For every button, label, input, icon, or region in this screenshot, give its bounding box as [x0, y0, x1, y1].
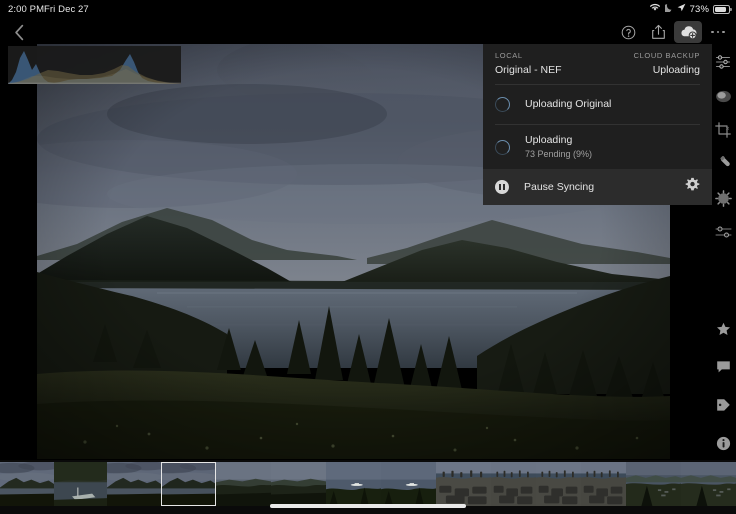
local-value: Original - NEF: [495, 64, 562, 76]
filmstrip-thumbnail[interactable]: [681, 462, 736, 506]
selective-mask-icon: [715, 90, 731, 102]
filmstrip-thumbnail[interactable]: [581, 462, 626, 506]
star-rating-icon: [716, 322, 730, 335]
rail-bottom-group: [712, 319, 734, 453]
status-date: Fri Dec 27: [44, 4, 89, 15]
sidebar-item-presets[interactable]: [712, 222, 734, 242]
home-indicator: [270, 504, 466, 508]
filmstrip-thumbnail[interactable]: [536, 462, 581, 506]
pause-syncing-row[interactable]: Pause Syncing: [483, 169, 712, 205]
cloud-backup-label: CLOUD BACKUP: [633, 51, 700, 60]
uploading-original-title: Uploading Original: [525, 98, 612, 110]
info-circle-icon: [716, 436, 730, 450]
histogram-overlay[interactable]: [8, 46, 181, 84]
filmstrip-thumbnail[interactable]: [0, 462, 54, 506]
sidebar-item-crop[interactable]: [712, 120, 734, 140]
uploading-queue-subtitle: 73 Pending (9%): [525, 148, 593, 159]
presets-sliders-icon: [715, 226, 731, 238]
pause-syncing-left: Pause Syncing: [495, 180, 594, 194]
chevron-left-icon: [14, 24, 23, 40]
sidebar-item-comments[interactable]: [712, 357, 734, 377]
filmstrip-thumbnail[interactable]: [626, 462, 681, 506]
back-button[interactable]: [6, 20, 32, 44]
location-arrow-icon: [677, 3, 686, 15]
panel-header: LOCAL CLOUD BACKUP Original - NEF Upload…: [483, 44, 712, 84]
sidebar-item-selective[interactable]: [712, 86, 734, 106]
filmstrip-thumbnail[interactable]: [326, 462, 381, 506]
crescent-moon-icon: [662, 3, 673, 15]
battery-icon: [713, 4, 732, 14]
healing-brush-icon: [720, 156, 730, 167]
filmstrip-thumbnail[interactable]: [271, 462, 326, 506]
uploading-original-text: Uploading Original: [525, 98, 611, 111]
sidebar-item-masking[interactable]: [712, 188, 734, 208]
crop-icon: [715, 122, 731, 138]
edit-sliders-icon: [715, 55, 731, 69]
lightroom-mobile-screen: 2:00 PM Fri Dec 27 73% LOCAL CLOUD BACKU…: [0, 0, 736, 514]
filmstrip-thumbnail[interactable]: [161, 462, 216, 506]
uploading-queue-title: Uploading: [525, 133, 573, 146]
help-button[interactable]: [614, 21, 642, 43]
pause-circle-icon: [495, 180, 509, 194]
sidebar-item-info[interactable]: [712, 433, 734, 453]
cloud-backup-value: Uploading: [652, 64, 700, 76]
filmstrip-thumbnail[interactable]: [436, 462, 491, 506]
comment-bubble-icon: [716, 361, 730, 373]
filmstrip-thumbnail[interactable]: [381, 462, 436, 506]
rail-top-group: [712, 52, 734, 242]
gear-icon[interactable]: [685, 177, 700, 197]
share-button[interactable]: [644, 21, 672, 43]
status-indicators: 73%: [649, 3, 732, 15]
more-options-button[interactable]: [704, 21, 732, 43]
battery-percent: 73%: [689, 3, 709, 15]
cloud-sync-icon: [680, 26, 697, 40]
sidebar-item-rating[interactable]: [712, 319, 734, 339]
uploading-original-row[interactable]: Uploading Original: [483, 85, 712, 124]
filmstrip-thumbnail[interactable]: [491, 462, 536, 506]
cloud-backup-panel: LOCAL CLOUD BACKUP Original - NEF Upload…: [483, 44, 712, 205]
histogram-chart: [8, 46, 181, 84]
share-up-icon: [651, 24, 665, 39]
progress-ring-icon: [495, 97, 510, 112]
progress-ring-icon: [495, 139, 510, 155]
top-toolbar: [0, 20, 736, 44]
pause-syncing-label: Pause Syncing: [524, 181, 595, 193]
sidebar-item-keywords[interactable]: [712, 395, 734, 415]
sidebar-item-edit[interactable]: [712, 52, 734, 72]
radial-mask-icon: [714, 189, 732, 207]
status-bar: 2:00 PM Fri Dec 27 73%: [0, 0, 736, 20]
ellipsis-icon: [711, 30, 725, 34]
sidebar-item-healing[interactable]: [712, 154, 734, 174]
right-tool-rail: [710, 44, 736, 459]
toolbar-actions: [614, 20, 732, 44]
status-time: 2:00 PM: [8, 4, 45, 15]
filmstrip-thumbnail[interactable]: [54, 462, 107, 506]
local-label: LOCAL: [495, 51, 523, 60]
filmstrip-thumbnail[interactable]: [107, 462, 161, 506]
cloud-sync-button[interactable]: [674, 21, 702, 43]
wifi-icon: [649, 3, 661, 15]
filmstrip-thumbnail[interactable]: [216, 462, 271, 506]
question-circle-icon: [621, 25, 635, 39]
uploading-queue-row[interactable]: Uploading 73 Pending (9%): [483, 125, 712, 169]
tag-icon: [716, 399, 730, 411]
uploading-queue-text: Uploading 73 Pending (9%): [525, 134, 592, 161]
